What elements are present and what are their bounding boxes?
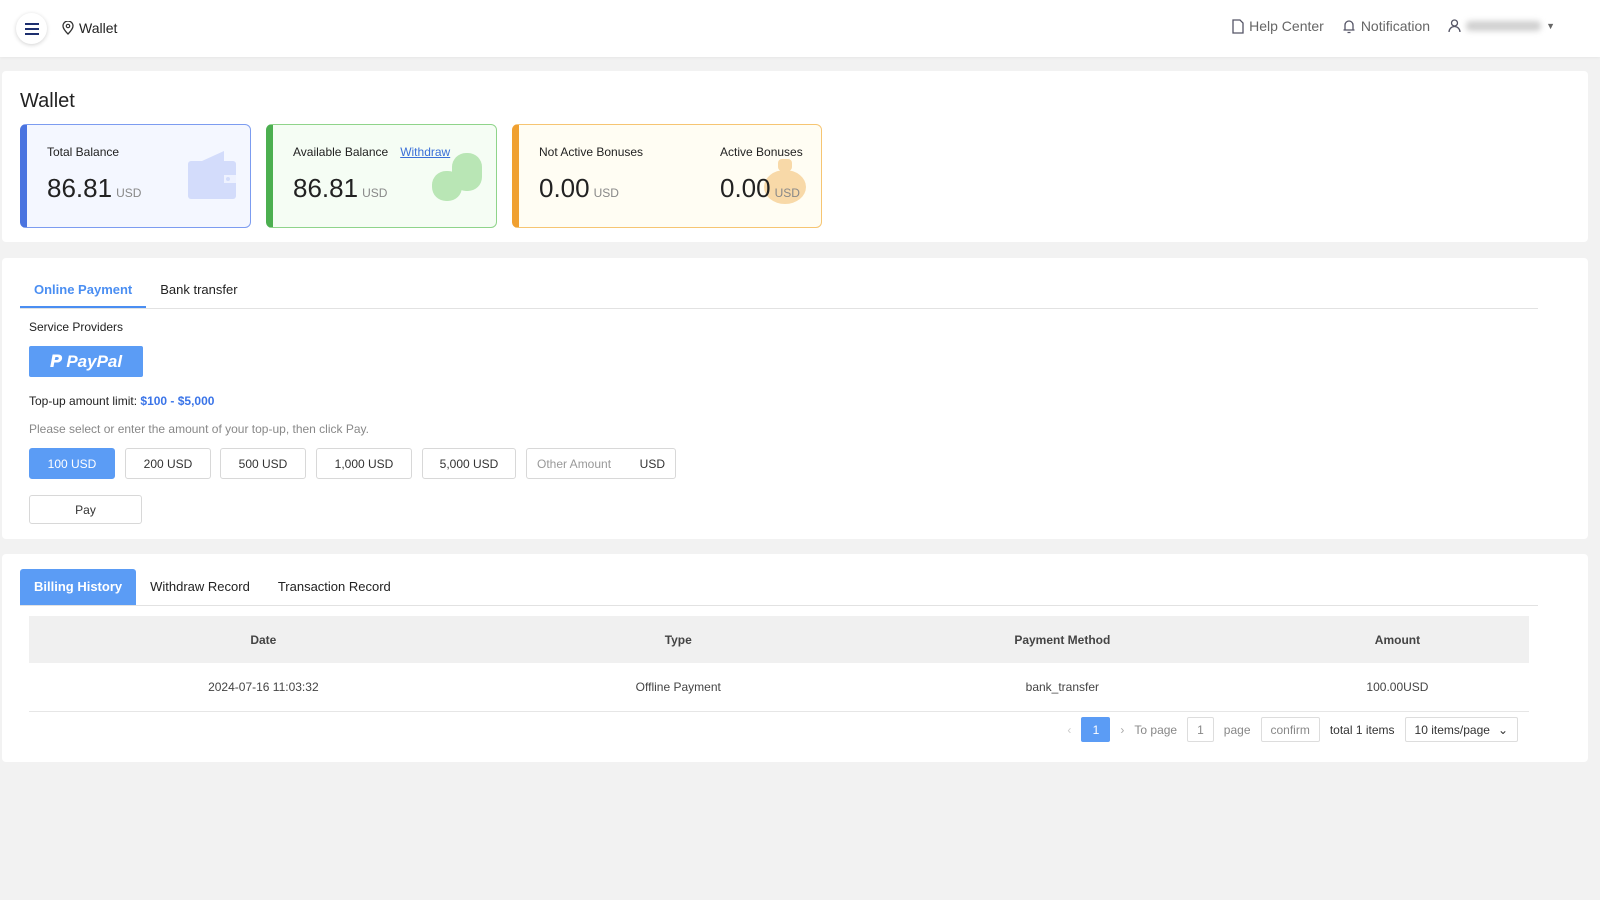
available-balance-label: Available Balance [293, 145, 389, 159]
topup-hint: Please select or enter the amount of you… [29, 422, 369, 436]
paypal-provider-button[interactable]: 𝙋 PayPal [29, 346, 143, 377]
amount-100-button[interactable]: 100 USD [29, 448, 115, 479]
limit-label: Top-up amount limit: [29, 394, 138, 408]
breadcrumb: Wallet [62, 20, 117, 36]
location-pin-icon [62, 21, 74, 35]
topup-panel: Online Payment Bank transfer Service Pro… [2, 258, 1588, 539]
total-balance-value: 86.81 [47, 173, 113, 203]
page-label: page [1223, 722, 1251, 737]
active-bonuses-value: 0.00 [720, 173, 771, 203]
help-center-label: Help Center [1249, 18, 1324, 34]
notification-link[interactable]: Notification [1342, 18, 1430, 34]
tab-withdraw-record[interactable]: Withdraw Record [136, 569, 264, 605]
bell-icon [1343, 19, 1355, 33]
page-input[interactable]: 1 [1187, 717, 1214, 742]
user-icon [1448, 19, 1461, 33]
bonuses-card: Not Active Bonuses 0.00 USD Active Bonuse… [512, 124, 822, 228]
cell-date: 2024-07-16 11:03:32 [29, 663, 498, 712]
page-1-button[interactable]: 1 [1081, 717, 1111, 742]
help-center-link[interactable]: Help Center [1232, 18, 1324, 34]
notification-label: Notification [1360, 18, 1431, 34]
not-active-bonuses-label: Not Active Bonuses [539, 145, 644, 159]
caret-down-icon: ▼ [1546, 21, 1555, 31]
currency: USD [362, 186, 388, 200]
next-page-icon[interactable]: › [1120, 723, 1124, 737]
tab-transaction-record[interactable]: Transaction Record [264, 569, 405, 605]
tab-online-payment[interactable]: Online Payment [20, 272, 147, 308]
menu-button[interactable] [16, 13, 47, 44]
total-balance-card: Total Balance 86.81 USD [20, 124, 251, 228]
cell-amount: 100.00USD [1265, 663, 1529, 712]
prev-page-icon[interactable]: ‹ [1067, 723, 1071, 737]
page-title: Wallet [20, 90, 75, 112]
not-active-bonuses-value: 0.00 [539, 173, 590, 203]
pagination: ‹ 1 › To page 1 page confirm total 1 ite… [1067, 717, 1518, 742]
other-amount-placeholder: Other Amount [537, 456, 612, 471]
service-providers-label: Service Providers [29, 320, 124, 334]
currency: USD [116, 186, 142, 200]
history-panel: Billing History Withdraw Record Transact… [2, 554, 1588, 762]
pay-button[interactable]: Pay [29, 495, 142, 524]
page-size-select[interactable]: 10 items/page ⌄ [1404, 717, 1518, 742]
total-items: total 1 items [1329, 722, 1395, 737]
cell-payment-method: bank_transfer [858, 663, 1266, 712]
breadcrumb-label: Wallet [79, 20, 118, 36]
col-date: Date [29, 616, 498, 663]
tab-bank-transfer[interactable]: Bank transfer [146, 272, 251, 308]
paypal-label: PayPal [66, 351, 123, 371]
chevron-down-icon: ⌄ [1497, 722, 1508, 737]
topup-limit: Top-up amount limit: $100 - $5,000 [29, 394, 214, 408]
page-size-value: 10 items/page [1414, 722, 1490, 737]
amount-200-button[interactable]: 200 USD [125, 448, 211, 479]
wallet-icon [188, 151, 236, 199]
available-balance-card: Available Balance Withdraw 86.81 USD [266, 124, 497, 228]
document-icon [1232, 18, 1244, 34]
col-payment-method: Payment Method [858, 616, 1266, 663]
col-type: Type [497, 616, 859, 663]
amount-500-button[interactable]: 500 USD [220, 448, 306, 479]
username-blurred [1466, 21, 1542, 31]
user-menu[interactable]: ▼ [1448, 19, 1555, 33]
coins-icon [432, 153, 482, 201]
amount-1000-button[interactable]: 1,000 USD [316, 448, 412, 479]
hamburger-icon [24, 22, 39, 35]
to-page-label: To page [1134, 722, 1178, 737]
limit-value: $100 - $5,000 [140, 394, 215, 408]
amount-5000-button[interactable]: 5,000 USD [422, 448, 516, 479]
cell-type: Offline Payment [497, 663, 859, 712]
tab-billing-history[interactable]: Billing History [20, 569, 137, 605]
confirm-button[interactable]: confirm [1260, 717, 1320, 742]
other-amount-input[interactable]: Other Amount USD [526, 448, 676, 479]
top-bar: Wallet Help Center Notification ▼ [0, 0, 1600, 57]
available-balance-value: 86.81 [293, 173, 359, 203]
wallet-panel: Wallet Total Balance 86.81 USD Available … [2, 71, 1588, 242]
currency: USD [593, 186, 619, 200]
active-bonuses-label: Active Bonuses [720, 145, 803, 159]
billing-table: Date Type Payment Method Amount 2024-07-16 … [29, 616, 1529, 712]
currency: USD [774, 186, 800, 200]
other-amount-currency: USD [639, 456, 665, 471]
col-amount: Amount [1265, 616, 1529, 663]
table-row: 2024-07-16 11:03:32 Offline Payment bank_t… [29, 663, 1529, 712]
paypal-logo-icon: 𝙋 [49, 351, 63, 371]
